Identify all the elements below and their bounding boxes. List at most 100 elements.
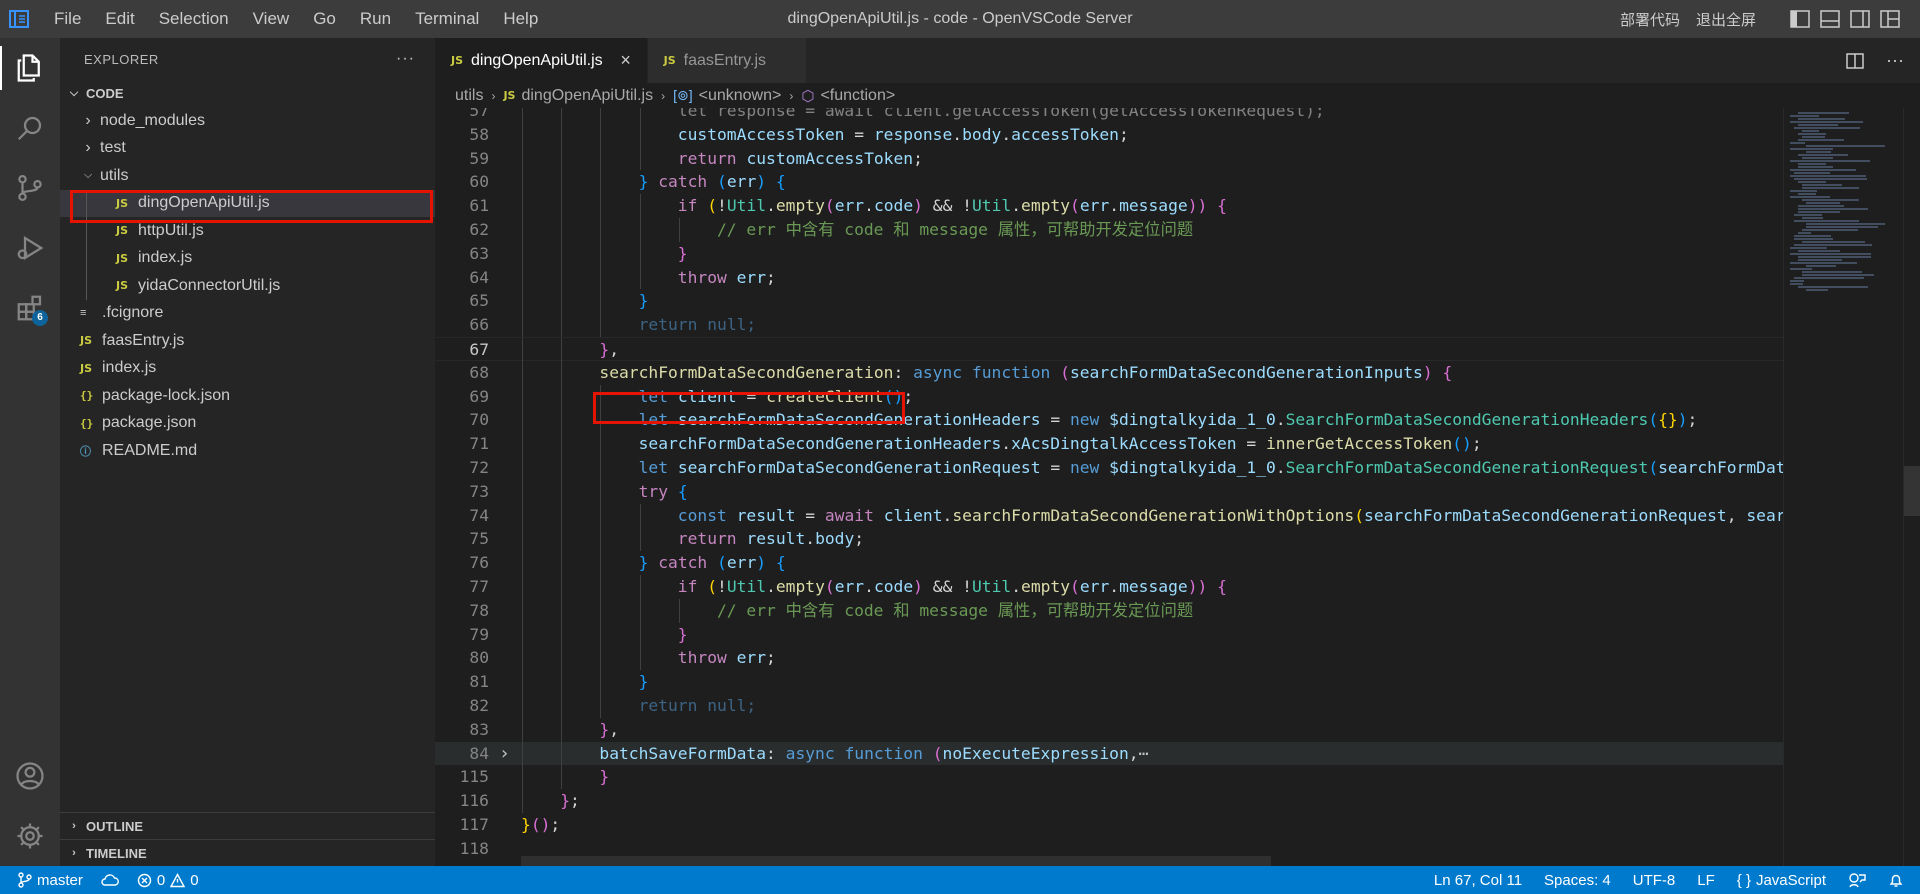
- breadcrumb-function[interactable]: <function>: [820, 87, 895, 105]
- source-control-activity[interactable]: [0, 158, 60, 218]
- outline-section[interactable]: › OUTLINE: [60, 812, 435, 839]
- code-line[interactable]: 67},: [435, 337, 1783, 362]
- code-line[interactable]: 82 return null;: [435, 694, 1783, 718]
- code-line[interactable]: 75 return result.body;: [435, 527, 1783, 552]
- code-line[interactable]: 60} catch (err) {: [435, 170, 1783, 195]
- code-line[interactable]: 115}: [435, 765, 1783, 790]
- code-line[interactable]: 78 // err 中含有 code 和 message 属性，可帮助开发定位问题: [435, 598, 1783, 623]
- code-line[interactable]: 84 › batchSaveFormData: async function (no…: [435, 741, 1783, 766]
- code-line[interactable]: 80 throw err;: [435, 646, 1783, 671]
- more-actions-icon[interactable]: ···: [396, 50, 415, 68]
- breadcrumb-folder[interactable]: utils: [455, 87, 483, 105]
- code-line[interactable]: 61 if (!Util.empty(err.code) && !Util.emp…: [435, 194, 1783, 218]
- encoding[interactable]: UTF-8: [1633, 872, 1676, 889]
- horizontal-scrollbar[interactable]: [521, 856, 1271, 866]
- menu-file[interactable]: File: [42, 0, 93, 38]
- code-line[interactable]: 63}: [435, 241, 1783, 266]
- indent-guide: [600, 551, 602, 575]
- tree-file[interactable]: JS faasEntry.js: [60, 327, 435, 355]
- bell-icon[interactable]: [1888, 872, 1904, 888]
- run-debug-activity[interactable]: [0, 218, 60, 278]
- code-line[interactable]: 68 searchFormDataSecondGeneration: async …: [435, 360, 1783, 385]
- code-line[interactable]: 71 searchFormDataSecondGenerationHeaders.…: [435, 432, 1783, 456]
- tree-file[interactable]: JS yidaConnectorUtil.js: [60, 272, 435, 300]
- code-editor[interactable]: 57 let response = await client.getAccessT…: [435, 108, 1783, 866]
- minimap[interactable]: [1783, 108, 1903, 866]
- breadcrumb-file[interactable]: dingOpenApiUtil.js: [521, 87, 653, 105]
- code-line[interactable]: 72 let searchFormDataSecondGenerationRequ…: [435, 456, 1783, 480]
- menu-go[interactable]: Go: [301, 0, 348, 38]
- code-line[interactable]: 58 customAccessToken = response.body.acce…: [435, 122, 1783, 147]
- code-line[interactable]: 79}: [435, 622, 1783, 647]
- tree-file[interactable]: ⓘ README.md: [60, 437, 435, 465]
- vertical-scrollbar[interactable]: [1903, 108, 1920, 866]
- tree-file[interactable]: JS index.js: [60, 245, 435, 273]
- extensions-activity[interactable]: 6: [0, 278, 60, 338]
- toggle-secondary-sidebar-icon[interactable]: [1850, 10, 1870, 28]
- menu-selection[interactable]: Selection: [147, 0, 241, 38]
- tree-file[interactable]: JS index.js: [60, 355, 435, 383]
- code-line[interactable]: 76} catch (err) {: [435, 551, 1783, 575]
- error-icon: [137, 873, 152, 887]
- tree-folder[interactable]: › test: [60, 135, 435, 163]
- code-line[interactable]: 64 throw err;: [435, 265, 1783, 290]
- code-line[interactable]: 74 const result = await client.searchForm…: [435, 503, 1783, 528]
- toggle-primary-sidebar-icon[interactable]: [1790, 10, 1810, 28]
- code-line[interactable]: 66 return null;: [435, 313, 1783, 337]
- language-mode[interactable]: { } JavaScript: [1737, 872, 1826, 889]
- menu-help[interactable]: Help: [491, 0, 550, 38]
- workspace-root[interactable]: ⌵ CODE: [60, 80, 435, 107]
- search-activity[interactable]: [0, 98, 60, 158]
- problems-status[interactable]: 0 0: [137, 872, 199, 889]
- code-token: search: [1746, 505, 1783, 525]
- branch-status[interactable]: master: [18, 872, 83, 889]
- breadcrumb-symbol[interactable]: <unknown>: [699, 87, 782, 105]
- tree-file[interactable]: JS dingOpenApiUtil.js: [60, 189, 435, 217]
- cursor-position[interactable]: Ln 67, Col 11: [1434, 872, 1522, 889]
- end-of-line[interactable]: LF: [1697, 872, 1715, 889]
- code-line[interactable]: 69 let client = createClient();: [435, 384, 1783, 409]
- code-line[interactable]: 70 let searchFormDataSecondGenerationHead…: [435, 408, 1783, 433]
- exit-fullscreen-button[interactable]: 退出全屏: [1696, 9, 1756, 30]
- code-line[interactable]: 73 try {: [435, 479, 1783, 504]
- indentation[interactable]: Spaces: 4: [1544, 872, 1611, 889]
- tree-file[interactable]: {} package-lock.json: [60, 382, 435, 410]
- tree-file[interactable]: {} package.json: [60, 410, 435, 438]
- code-line[interactable]: 117}();: [435, 813, 1783, 837]
- toggle-panel-icon[interactable]: [1820, 10, 1840, 28]
- close-icon[interactable]: ×: [617, 50, 635, 71]
- split-editor-icon[interactable]: [1846, 52, 1864, 69]
- code-line[interactable]: 81}: [435, 670, 1783, 694]
- menu-view[interactable]: View: [241, 0, 302, 38]
- timeline-section[interactable]: › TIMELINE: [60, 839, 435, 866]
- code-line[interactable]: 65}: [435, 289, 1783, 314]
- tab-faasentry[interactable]: JS faasEntry.js: [647, 38, 808, 83]
- code-line[interactable]: 83},: [435, 717, 1783, 742]
- more-actions-icon[interactable]: ···: [1886, 50, 1904, 71]
- scrollbar-thumb[interactable]: [1904, 466, 1920, 516]
- line-number: 79: [469, 624, 489, 644]
- tree-file[interactable]: ≡ .fcignore: [60, 300, 435, 328]
- sync-status[interactable]: [101, 873, 119, 887]
- code-line[interactable]: 77 if (!Util.empty(err.code) && !Util.emp…: [435, 575, 1783, 599]
- code-line[interactable]: 57 let response = await client.getAccessT…: [435, 108, 1783, 123]
- tab-dingopenapiutil[interactable]: JS dingOpenApiUtil.js ×: [435, 38, 648, 83]
- chevron-right-icon: ›: [661, 88, 666, 103]
- code-line[interactable]: 116};: [435, 789, 1783, 813]
- manage-activity[interactable]: [0, 806, 60, 866]
- tree-folder[interactable]: › node_modules: [60, 107, 435, 135]
- menu-run[interactable]: Run: [348, 0, 403, 38]
- code-line[interactable]: 59 return customAccessToken;: [435, 146, 1783, 171]
- accounts-activity[interactable]: [0, 746, 60, 806]
- tree-folder[interactable]: ⌵ utils: [60, 162, 435, 190]
- fold-chevron-icon[interactable]: ›: [499, 742, 510, 766]
- app-logo-icon[interactable]: [0, 0, 38, 38]
- menu-edit[interactable]: Edit: [93, 0, 146, 38]
- tree-file[interactable]: JS httpUtil.js: [60, 217, 435, 245]
- feedback-icon[interactable]: [1848, 872, 1866, 888]
- code-line[interactable]: 62 // err 中含有 code 和 message 属性，可帮助开发定位问题: [435, 218, 1783, 242]
- deploy-code-button[interactable]: 部署代码: [1620, 9, 1680, 30]
- menu-terminal[interactable]: Terminal: [403, 0, 491, 38]
- explorer-activity[interactable]: [0, 38, 60, 98]
- customize-layout-icon[interactable]: [1880, 10, 1900, 28]
